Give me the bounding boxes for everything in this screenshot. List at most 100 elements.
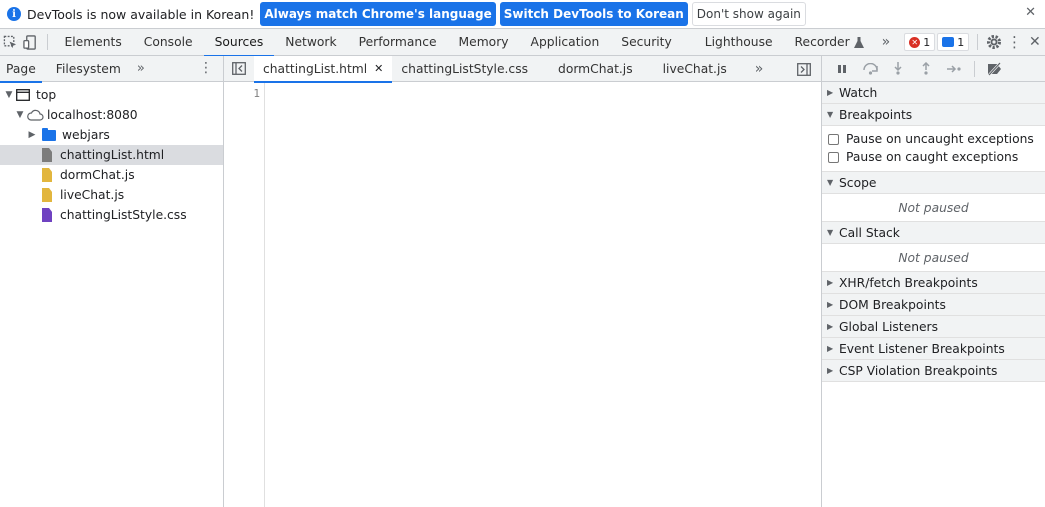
- tab-elements[interactable]: Elements: [53, 29, 132, 56]
- pause-uncaught-option[interactable]: Pause on uncaught exceptions: [822, 130, 1045, 148]
- tab-sources[interactable]: Sources: [203, 29, 275, 57]
- gear-icon[interactable]: [984, 29, 1004, 55]
- section-global-listeners[interactable]: ▶ Global Listeners: [822, 316, 1045, 338]
- message-count-badge[interactable]: 1: [937, 33, 970, 51]
- tab-lighthouse[interactable]: Lighthouse: [694, 29, 784, 56]
- tab-memory[interactable]: Memory: [448, 29, 520, 56]
- more-tabs-button[interactable]: »: [868, 29, 905, 56]
- pause-caught-checkbox[interactable]: [828, 151, 839, 163]
- error-count-badge[interactable]: ✕ 1: [904, 33, 936, 51]
- section-event-listener-breakpoints[interactable]: ▶ Event Listener Breakpoints: [822, 338, 1045, 360]
- pause-caught-option[interactable]: Pause on caught exceptions: [822, 148, 1045, 166]
- step-over-icon[interactable]: [856, 56, 884, 82]
- tree-item-label: dormChat.js: [60, 168, 135, 182]
- tree-item-label: top: [36, 88, 57, 102]
- close-devtools-icon[interactable]: ✕: [1025, 29, 1045, 55]
- editor-tab-livechat-js[interactable]: liveChat.js: [654, 56, 736, 82]
- editor-more-tabs-button[interactable]: »: [746, 56, 773, 82]
- debugger-toolbar-divider: [974, 60, 975, 77]
- pause-icon[interactable]: [828, 56, 856, 82]
- toolbar-divider: [46, 34, 48, 50]
- tree-item-top[interactable]: ▼ top: [0, 85, 223, 105]
- toggle-navigator-icon[interactable]: [224, 56, 254, 82]
- collapsed-triangle-icon: ▶: [827, 300, 834, 309]
- section-breakpoints-label: Breakpoints: [839, 107, 913, 122]
- toggle-debugger-icon[interactable]: [790, 56, 817, 82]
- section-breakpoints[interactable]: ▼ Breakpoints: [822, 104, 1045, 126]
- dont-show-again-button[interactable]: Don't show again: [691, 2, 806, 26]
- tab-filesystem[interactable]: Filesystem: [50, 56, 127, 82]
- tab-recorder[interactable]: Recorder: [784, 29, 868, 56]
- toolbar-divider: [977, 34, 978, 50]
- navigator-tabs: Page Filesystem » ⋮: [0, 56, 223, 83]
- collapsed-triangle-icon: ▶: [827, 344, 834, 353]
- expand-arrow-icon[interactable]: ▼: [15, 110, 25, 120]
- switch-to-korean-button[interactable]: Switch DevTools to Korean: [499, 2, 688, 26]
- call-stack-status: Not paused: [822, 244, 1045, 272]
- pause-uncaught-checkbox[interactable]: [828, 133, 839, 145]
- tree-item-chattingliststyle-css[interactable]: chattingListStyle.css: [0, 205, 223, 225]
- section-scope[interactable]: ▼ Scope: [822, 172, 1045, 194]
- inspect-element-icon[interactable]: [0, 29, 20, 55]
- section-call-stack[interactable]: ▼ Call Stack: [822, 222, 1045, 244]
- tab-performance[interactable]: Performance: [348, 29, 448, 56]
- section-watch[interactable]: ▶ Watch: [822, 82, 1045, 104]
- editor-tab-label: chattingList.html: [263, 61, 368, 76]
- section-csp-violation-breakpoints[interactable]: ▶ CSP Violation Breakpoints: [822, 360, 1045, 382]
- close-tab-icon[interactable]: ✕: [374, 62, 383, 75]
- section-xhr-label: XHR/fetch Breakpoints: [839, 275, 978, 290]
- always-match-language-button[interactable]: Always match Chrome's language: [260, 2, 496, 26]
- tab-network[interactable]: Network: [274, 29, 347, 56]
- tree-item-webjars[interactable]: ▶ webjars: [0, 125, 223, 145]
- main-toolbar: Elements Console Sources Network Perform…: [0, 29, 1045, 57]
- tree-item-chattinglist-html[interactable]: chattingList.html: [0, 145, 223, 165]
- infobar-close-icon[interactable]: ✕: [1025, 5, 1036, 20]
- customize-menu-icon[interactable]: ⋮: [1004, 29, 1024, 55]
- editor-panel: chattingList.html ✕ chattingListStyle.cs…: [224, 55, 821, 507]
- step-icon[interactable]: [940, 56, 968, 82]
- editor-tab-dormchat-js[interactable]: dormChat.js: [549, 56, 642, 82]
- editor-tab-chattingliststyle-css[interactable]: chattingListStyle.css: [392, 56, 537, 82]
- tab-recorder-label: Recorder: [794, 35, 850, 49]
- infobar-message: DevTools is now available in Korean!: [27, 6, 255, 22]
- tree-item-label: chattingList.html: [60, 148, 165, 162]
- collapsed-triangle-icon: ▶: [827, 322, 834, 331]
- error-icon: ✕: [909, 36, 921, 48]
- folder-icon: [42, 127, 56, 141]
- tab-security[interactable]: Security: [610, 29, 694, 56]
- editor-tab-chattinglist-html[interactable]: chattingList.html ✕: [254, 55, 393, 83]
- line-number[interactable]: 1: [253, 87, 260, 100]
- language-infobar: i DevTools is now available in Korean! A…: [0, 0, 1045, 29]
- section-dom-label: DOM Breakpoints: [839, 297, 946, 312]
- debugger-sidebar: ▶ Watch ▼ Breakpoints Pause on uncaught …: [821, 56, 1045, 507]
- tree-item-label: webjars: [62, 128, 110, 142]
- navigator-menu-icon[interactable]: ⋮: [199, 60, 213, 76]
- tree-item-label: liveChat.js: [60, 188, 125, 202]
- expand-arrow-icon[interactable]: ▼: [4, 90, 14, 100]
- tree-item-dormchat-js[interactable]: dormChat.js: [0, 165, 223, 185]
- tree-item-livechat-js[interactable]: liveChat.js: [0, 185, 223, 205]
- expanded-triangle-icon: ▼: [827, 110, 834, 119]
- expanded-triangle-icon: ▼: [827, 228, 834, 237]
- deactivate-breakpoints-icon[interactable]: [981, 56, 1009, 82]
- section-dom-breakpoints[interactable]: ▶ DOM Breakpoints: [822, 294, 1045, 316]
- tree-item-label: chattingListStyle.css: [60, 208, 187, 222]
- device-toolbar-icon[interactable]: [20, 29, 40, 55]
- html-file-icon: [42, 148, 52, 162]
- tree-item-host[interactable]: ▼ localhost:8080: [0, 105, 223, 125]
- line-number-gutter: 1: [224, 83, 265, 507]
- collapsed-triangle-icon: ▶: [827, 366, 834, 375]
- frame-icon: [16, 89, 30, 101]
- tab-application[interactable]: Application: [520, 29, 611, 56]
- navigator-more-tabs-button[interactable]: »: [137, 61, 145, 76]
- tab-page[interactable]: Page: [0, 56, 42, 83]
- tab-console[interactable]: Console: [133, 29, 204, 56]
- step-out-icon[interactable]: [912, 56, 940, 82]
- section-scope-label: Scope: [839, 175, 877, 190]
- cloud-icon: [27, 109, 44, 121]
- code-area[interactable]: [265, 83, 821, 507]
- step-into-icon[interactable]: [884, 56, 912, 82]
- navigator-panel: Page Filesystem » ⋮ ▼ top ▼ localhost:80…: [0, 56, 224, 507]
- collapse-arrow-icon[interactable]: ▶: [27, 130, 37, 140]
- section-xhr-breakpoints[interactable]: ▶ XHR/fetch Breakpoints: [822, 272, 1045, 294]
